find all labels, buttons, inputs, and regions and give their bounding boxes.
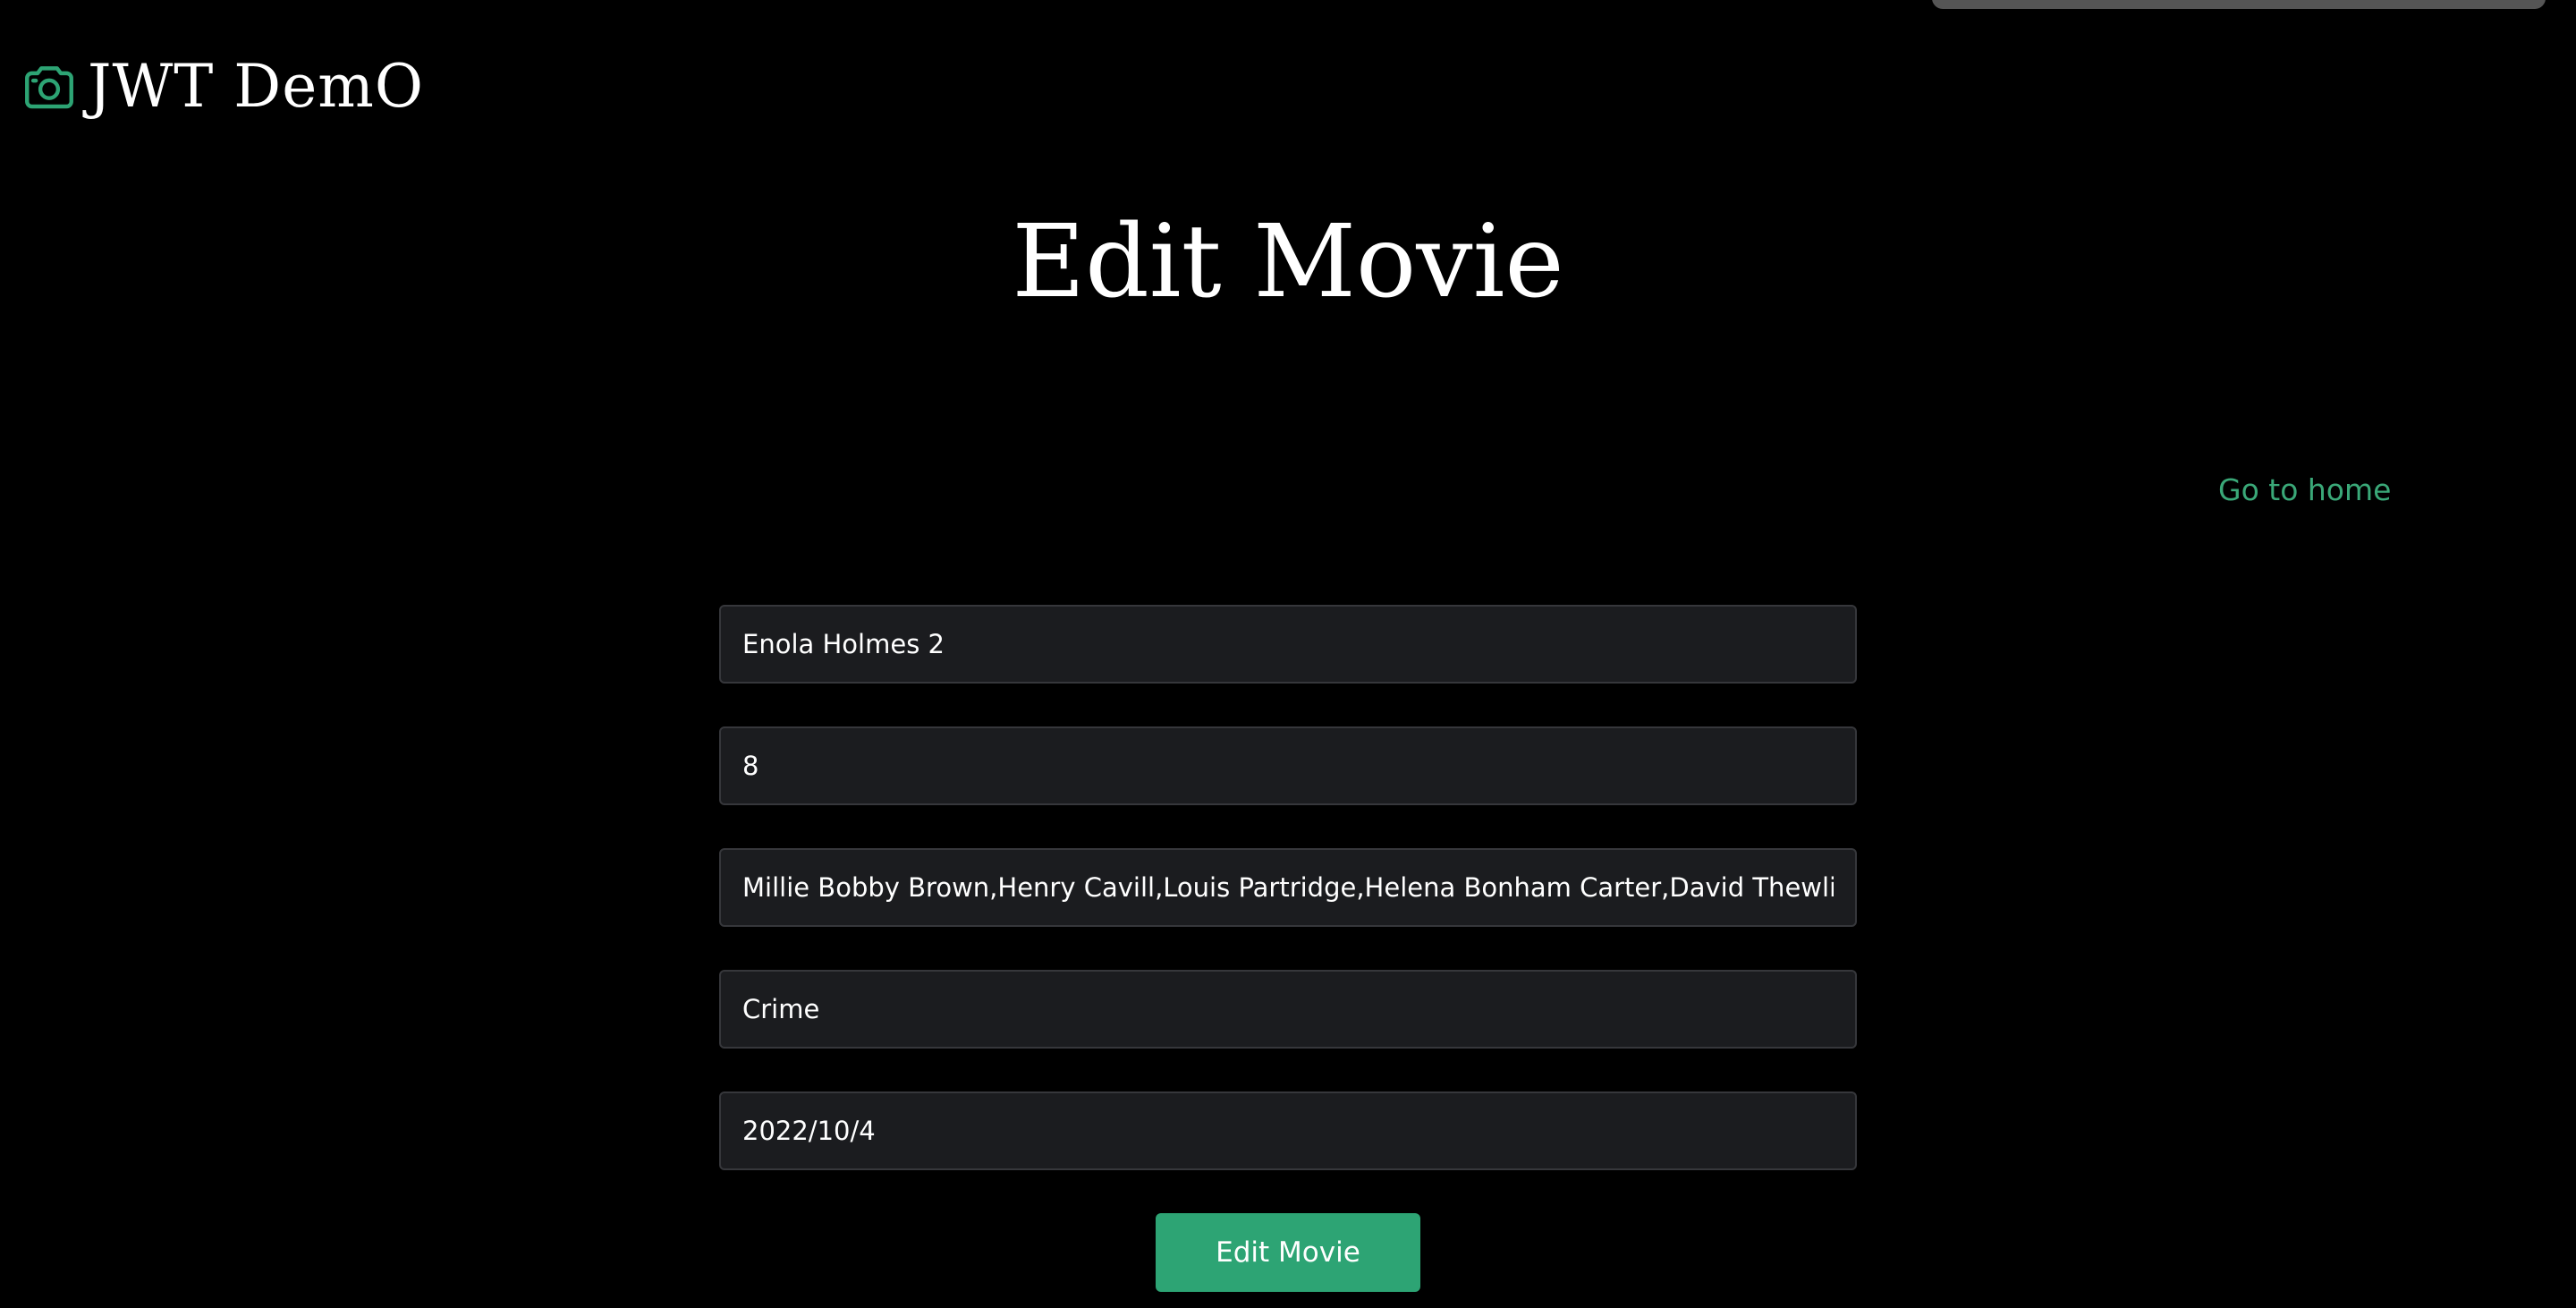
submit-wrap: Edit Movie — [1156, 1213, 1420, 1292]
movie-cast-input[interactable] — [719, 848, 1857, 927]
page-scrollbar[interactable] — [1932, 0, 2546, 9]
movie-release-date-input[interactable] — [719, 1091, 1857, 1170]
movie-genre-input[interactable] — [719, 970, 1857, 1049]
movie-title-input[interactable] — [719, 605, 1857, 684]
brand[interactable]: JWT DemO — [20, 47, 424, 127]
page-title: Edit Movie — [1012, 204, 1564, 320]
movie-rating-input[interactable] — [719, 726, 1857, 805]
camera-icon — [20, 57, 79, 116]
brand-title: JWT DemO — [88, 52, 424, 121]
go-to-home-link[interactable]: Go to home — [2218, 472, 2391, 507]
edit-movie-form — [719, 605, 1857, 1213]
edit-movie-button[interactable]: Edit Movie — [1156, 1213, 1420, 1292]
